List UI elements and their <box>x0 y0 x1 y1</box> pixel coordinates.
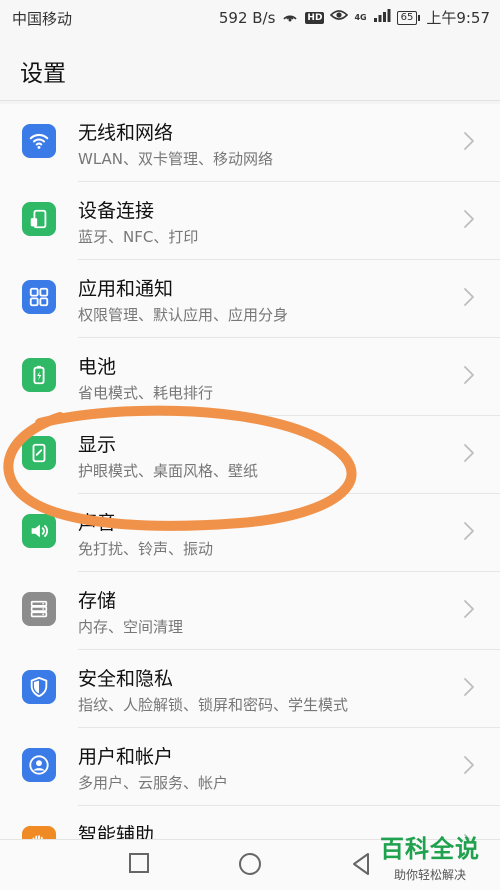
settings-row-subtitle: 多用户、云服务、帐户 <box>78 774 229 792</box>
settings-row-subtitle: 指纹、人脸解锁、锁屏和密码、学生模式 <box>78 696 349 714</box>
speaker-icon <box>22 514 56 548</box>
watermark-title: 百科全说 <box>380 835 480 863</box>
settings-row-title: 无线和网络 <box>78 122 174 144</box>
settings-row-title: 存储 <box>78 590 117 612</box>
settings-row-subtitle: 免打扰、铃声、振动 <box>78 540 214 558</box>
hand-icon <box>22 826 56 839</box>
display-icon <box>22 436 56 470</box>
signal-label: 4G <box>354 12 367 22</box>
settings-row-title: 用户和帐户 <box>78 746 174 768</box>
chevron-right-icon <box>464 678 474 696</box>
carrier-name: 中国移动 <box>12 10 73 28</box>
settings-row[interactable]: 存储 内存、空间清理 <box>0 572 500 650</box>
settings-row-title: 显示 <box>78 434 117 456</box>
chevron-right-icon <box>464 756 474 774</box>
chevron-right-icon <box>464 288 474 306</box>
battery-icon <box>22 358 56 392</box>
hd-badge: HD <box>305 11 325 24</box>
wifi-icon <box>22 124 56 158</box>
chevron-right-icon <box>464 366 474 384</box>
settings-row-subtitle: 权限管理、默认应用、应用分身 <box>78 306 289 324</box>
battery-indicator: 65 <box>396 10 421 25</box>
settings-row[interactable]: 设备连接蓝牙、NFC、打印 <box>0 182 500 260</box>
storage-icon <box>22 592 56 626</box>
signal-strength-icon <box>373 8 391 27</box>
chevron-right-icon <box>464 210 474 228</box>
clock: 上午9:57 <box>426 8 490 27</box>
page-title: 设置 <box>20 61 66 87</box>
settings-row[interactable]: 用户和帐户多用户、云服务、帐户 <box>0 728 500 806</box>
chevron-right-icon <box>464 444 474 462</box>
settings-list[interactable]: 无线和网络 WLAN、双卡管理、移动网络设备连接蓝牙、NFC、打印应用和通知权限管… <box>0 104 500 839</box>
settings-row-subtitle: 蓝牙、NFC、打印 <box>78 228 199 246</box>
settings-row-title: 安全和隐私 <box>78 668 174 690</box>
status-bar: 中国移动 592 B/s HD 4G 65 上午9:57 <box>0 0 500 36</box>
settings-row[interactable]: 声音免打扰、铃声、振动 <box>0 494 500 572</box>
shield-icon <box>22 670 56 704</box>
chevron-right-icon <box>464 132 474 150</box>
device-connect-icon <box>22 202 56 236</box>
page-header: 设置 <box>0 36 500 101</box>
home-button-icon[interactable] <box>238 852 262 876</box>
watermark-subtitle: 助你轻松解决 <box>393 868 466 882</box>
user-icon <box>22 748 56 782</box>
battery-level: 65 <box>396 10 418 25</box>
settings-row-title: 设备连接 <box>78 200 155 222</box>
settings-row[interactable]: 安全和隐私指纹、人脸解锁、锁屏和密码、学生模式 <box>0 650 500 728</box>
recents-button-icon[interactable] <box>128 852 150 874</box>
eye-icon <box>330 8 349 27</box>
settings-row-subtitle: WLAN、双卡管理、移动网络 <box>78 150 274 168</box>
settings-row-title: 电池 <box>78 356 117 378</box>
settings-row-subtitle: 护眼模式、桌面风格、壁纸 <box>78 462 259 480</box>
settings-row-title: 智能辅助 <box>78 824 155 839</box>
battery-tip <box>418 14 421 21</box>
settings-row-subtitle: 省电模式、耗电排行 <box>78 384 214 402</box>
apps-grid-icon <box>22 280 56 314</box>
settings-row-subtitle: 内存、空间清理 <box>78 618 184 636</box>
settings-row-title: 声音 <box>78 512 117 534</box>
settings-row[interactable]: 应用和通知权限管理、默认应用、应用分身 <box>0 260 500 338</box>
network-speed: 592 B/s <box>218 8 276 27</box>
chevron-right-icon <box>464 522 474 540</box>
settings-row[interactable]: 电池省电模式、耗电排行 <box>0 338 500 416</box>
settings-row[interactable]: 无线和网络 WLAN、双卡管理、移动网络 <box>0 104 500 182</box>
watermark-logo: 百科全说 助你轻松解决 <box>368 829 492 887</box>
status-indicators: 592 B/s HD 4G 65 上午9:57 <box>219 7 490 28</box>
chevron-right-icon <box>464 600 474 618</box>
hotspot-icon <box>281 7 299 28</box>
settings-row[interactable]: 显示护眼模式、桌面风格、壁纸 <box>0 416 500 494</box>
settings-row-title: 应用和通知 <box>78 278 174 300</box>
